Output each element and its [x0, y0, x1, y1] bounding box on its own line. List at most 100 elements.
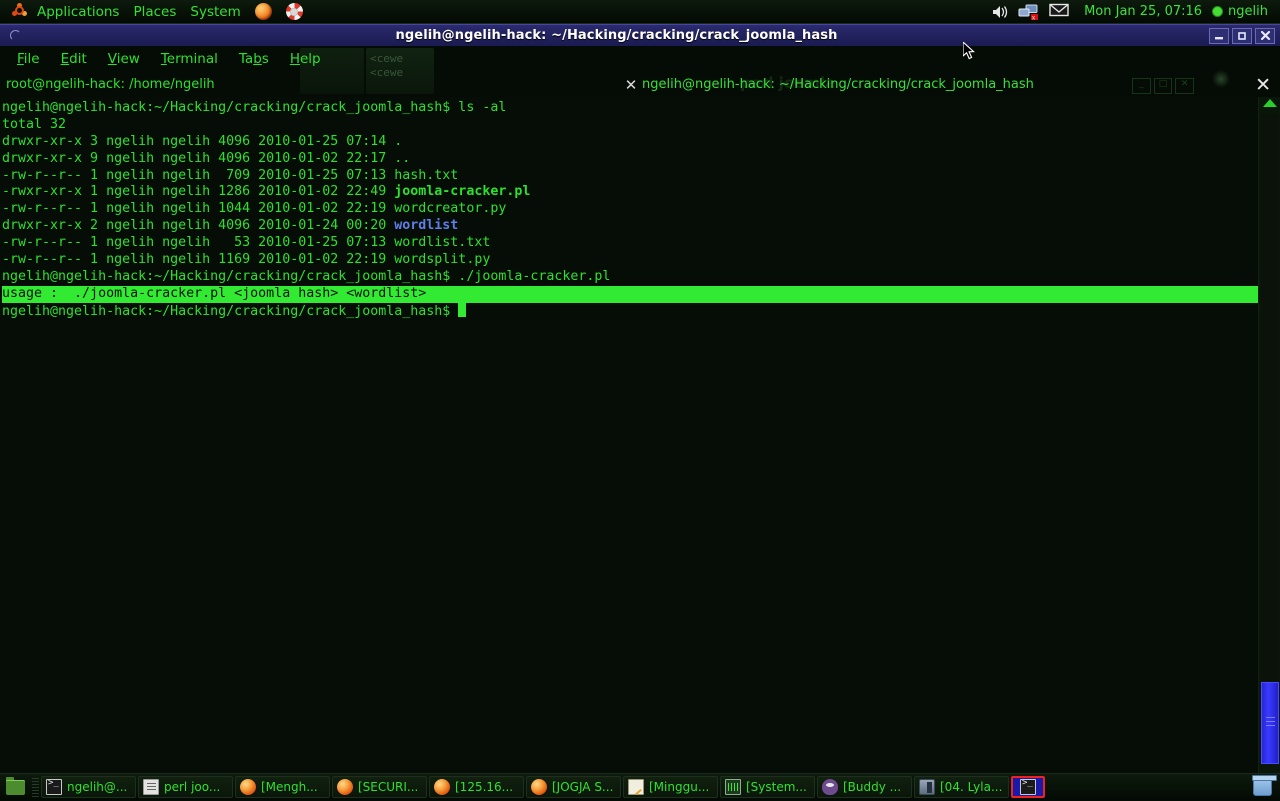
- firefox-icon: [434, 779, 450, 795]
- mouse-pointer: [963, 42, 976, 61]
- pidgin-icon: [822, 779, 838, 795]
- taskbar-item-label: [Mengh...: [261, 780, 318, 794]
- terminal-icon: [1020, 779, 1036, 795]
- terminal-line: -rw-r--r-- 1 ngelih ngelih 1044 2010-01-…: [2, 201, 1258, 218]
- scrollbar-grip-icon: [1266, 717, 1275, 718]
- system-menu[interactable]: System: [183, 0, 247, 24]
- taskbar-item[interactable]: perl joo...: [138, 776, 233, 798]
- taskbar-window-list: ngelih@... perl joo... [Mengh... [SECURI...…: [41, 776, 1047, 798]
- terminal-line: usage : ./joomla-cracker.pl <joomla hash…: [2, 286, 1258, 303]
- volume-applet[interactable]: [988, 0, 1014, 24]
- taskbar-item[interactable]: [Buddy ...: [817, 776, 912, 798]
- terminal-line: -rw-r--r-- 1 ngelih ngelih 1169 2010-01-…: [2, 252, 1258, 269]
- trash-icon[interactable]: [1253, 778, 1272, 796]
- user-status-icon: [1212, 6, 1223, 17]
- ubuntu-logo-icon: [11, 2, 31, 22]
- applications-menu[interactable]: Applications: [0, 0, 126, 24]
- taskbar-item[interactable]: [Minggu...: [623, 776, 718, 798]
- taskbar-item[interactable]: [04. Lyla...: [914, 776, 1009, 798]
- show-desktop-icon: [6, 780, 25, 795]
- terminal-cursor: [458, 303, 466, 317]
- terminal-line: total 32: [2, 117, 1258, 134]
- taskbar-item-label: [125.16...: [455, 780, 513, 794]
- applications-menu-label: Applications: [37, 4, 119, 20]
- lifering-icon: [286, 3, 303, 20]
- taskbar-item-label: [Buddy ...: [843, 780, 901, 794]
- menu-help[interactable]: Help: [281, 48, 330, 70]
- user-menu-label[interactable]: ngelih: [1228, 4, 1274, 19]
- taskbar-item-label: [04. Lyla...: [940, 780, 1002, 794]
- media-player-icon: [919, 779, 935, 795]
- taskbar-item[interactable]: [Mengh...: [235, 776, 330, 798]
- taskbar-item-label: [SECURI...: [358, 780, 418, 794]
- window-spinner-icon: [6, 27, 24, 45]
- terminal-line: -rw-r--r-- 1 ngelih ngelih 53 2010-01-25…: [2, 235, 1258, 252]
- envelope-icon: [1049, 3, 1069, 21]
- terminal-line-highlighted: usage : ./joomla-cracker.pl <joomla hash…: [2, 286, 1258, 303]
- terminal-icon: [46, 779, 62, 795]
- taskbar-item[interactable]: ngelih@...: [41, 776, 136, 798]
- close-button[interactable]: [1255, 28, 1275, 44]
- mail-applet[interactable]: [1044, 0, 1074, 24]
- terminal-tab-2[interactable]: ✕ ngelih@ngelih-hack: ~/Hacking/cracking…: [620, 72, 1255, 97]
- system-monitor-icon: [725, 779, 741, 795]
- taskbar-item-label: [Minggu...: [649, 780, 709, 794]
- firefox-icon: [255, 3, 272, 20]
- taskbar-item[interactable]: [JOGJA S...: [526, 776, 621, 798]
- minimize-button[interactable]: [1209, 28, 1229, 44]
- maximize-button[interactable]: [1232, 28, 1252, 44]
- terminal-tab-1-label: root@ngelih-hack: /home/ngelih: [6, 77, 215, 92]
- show-desktop-button[interactable]: [0, 774, 30, 801]
- bottom-taskbar: ngelih@... perl joo... [Mengh... [SECURI...…: [0, 773, 1280, 800]
- terminal-output[interactable]: ngelih@ngelih-hack:~/Hacking/cracking/cr…: [0, 97, 1258, 773]
- menu-view[interactable]: View: [99, 48, 149, 70]
- terminal-line: drwxr-xr-x 2 ngelih ngelih 4096 2010-01-…: [2, 218, 1258, 235]
- help-launcher[interactable]: [279, 0, 310, 24]
- terminal-line: ngelih@ngelih-hack:~/Hacking/cracking/cr…: [2, 100, 1258, 117]
- network-disconnected-icon: x: [1018, 4, 1040, 20]
- menu-edit[interactable]: Edit: [52, 48, 96, 70]
- network-applet[interactable]: x: [1014, 0, 1044, 24]
- firefox-icon: [531, 779, 547, 795]
- svg-text:x: x: [1032, 15, 1035, 20]
- tabbar-close-icon[interactable]: ✕: [1255, 74, 1280, 96]
- scrollbar-thumb[interactable]: [1261, 682, 1279, 764]
- taskbar-item-label: [System...: [746, 780, 807, 794]
- directory-name: wordlist: [394, 218, 458, 233]
- scrollbar-up-arrow-icon[interactable]: [1262, 99, 1278, 113]
- scrollbar-track[interactable]: [1261, 114, 1279, 755]
- places-menu[interactable]: Places: [126, 0, 183, 24]
- top-panel: Applications Places System: [0, 0, 1280, 24]
- speaker-icon: [992, 4, 1010, 20]
- menu-file[interactable]: File: [8, 48, 49, 70]
- terminal-tab-2-label: ngelih@ngelih-hack: ~/Hacking/cracking/c…: [642, 77, 1034, 92]
- window-titlebar[interactable]: ngelih@ngelih-hack: ~/Hacking/cracking/c…: [0, 24, 1280, 46]
- firefox-launcher[interactable]: [248, 0, 279, 24]
- notepad-icon: [628, 779, 644, 795]
- taskbar-item-label: perl joo...: [164, 780, 220, 794]
- terminal-tabbar: root@ngelih-hack: /home/ngelih ✕ ngelih@…: [0, 72, 1280, 97]
- terminal-line: ngelih@ngelih-hack:~/Hacking/cracking/cr…: [2, 303, 1258, 320]
- tab-close-icon[interactable]: ✕: [620, 76, 642, 94]
- menu-terminal[interactable]: Terminal: [152, 48, 227, 70]
- taskbar-item-label: ngelih@...: [67, 780, 127, 794]
- taskbar-item[interactable]: [125.16...: [429, 776, 524, 798]
- window-title: ngelih@ngelih-hack: ~/Hacking/cracking/c…: [24, 28, 1209, 43]
- taskbar-item[interactable]: [1011, 776, 1045, 798]
- panel-tray: x Mon Jan 25, 07:16 ngelih: [988, 0, 1280, 24]
- firefox-icon: [240, 779, 256, 795]
- places-menu-label: Places: [133, 4, 176, 20]
- menu-tabs[interactable]: Tabs: [230, 48, 278, 70]
- taskbar-item[interactable]: [SECURI...: [332, 776, 427, 798]
- terminal-line: -rwxr-xr-x 1 ngelih ngelih 1286 2010-01-…: [2, 184, 1258, 201]
- taskbar-separator: [32, 778, 39, 797]
- terminal-line: drwxr-xr-x 3 ngelih ngelih 4096 2010-01-…: [2, 134, 1258, 151]
- terminal-tab-1[interactable]: root@ngelih-hack: /home/ngelih: [0, 72, 620, 97]
- window-controls: [1209, 28, 1280, 44]
- clock[interactable]: Mon Jan 25, 07:16: [1074, 4, 1212, 19]
- terminal-scrollbar[interactable]: [1258, 97, 1280, 773]
- taskbar-item[interactable]: [System...: [720, 776, 815, 798]
- scrollbar-down-arrow-icon[interactable]: [1262, 758, 1278, 772]
- terminal-line: -rw-r--r-- 1 ngelih ngelih 709 2010-01-2…: [2, 168, 1258, 185]
- terminal-line: ngelih@ngelih-hack:~/Hacking/cracking/cr…: [2, 269, 1258, 286]
